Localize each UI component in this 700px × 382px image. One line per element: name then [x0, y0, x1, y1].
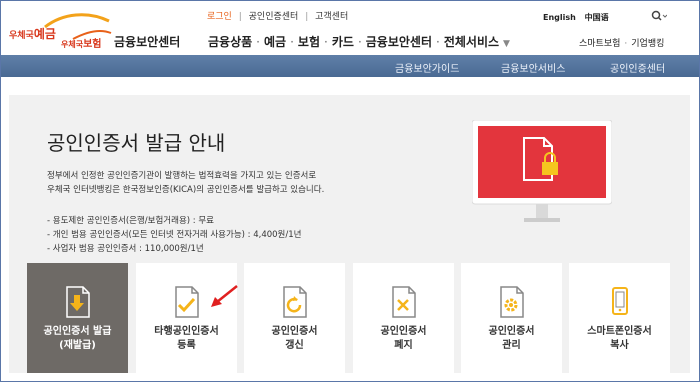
monitor-lock-illustration [472, 120, 612, 222]
customer-center-link[interactable]: 고객센터 [315, 12, 348, 22]
right-links: 스마트보험 · 기업뱅킹 [579, 36, 664, 49]
separator: · [624, 39, 628, 49]
card-copy-smartphone-cert[interactable]: 스마트폰인증서 복사 [569, 263, 670, 373]
corporate-banking-link[interactable]: 기업뱅킹 [631, 39, 664, 49]
english-link[interactable]: English [543, 13, 576, 22]
card-manage-cert[interactable]: 공인인증서 관리 [461, 263, 562, 373]
card-label: 타행공인인증서 등록 [154, 326, 219, 351]
download-doc-icon [66, 286, 90, 318]
nav-all-services[interactable]: 전체서비스 [444, 35, 499, 49]
post-office-logo[interactable]: 우체국예금 우체국보험 [9, 13, 112, 50]
refresh-doc-icon [283, 286, 307, 318]
chinese-link[interactable]: 中国语 [585, 13, 609, 22]
cert-center-link[interactable]: 공인인증센터 [249, 12, 299, 22]
check-doc-icon [175, 286, 199, 318]
description-line: 우체국 인터넷뱅킹은 한국정보인증(KICA)의 공인인증서를 발급하고 있습니… [47, 185, 325, 195]
subnav-security-service[interactable]: 금융보안서비스 [501, 60, 565, 75]
nav-card[interactable]: 카드 [332, 35, 354, 49]
page-description: 정부에서 인정한 공인인증기관이 발행하는 법적효력을 가지고 있는 인증서로 … [47, 169, 324, 197]
card-revoke-cert[interactable]: 공인인증서 폐지 [353, 263, 454, 373]
search-icon[interactable] [651, 10, 667, 22]
card-label: 스마트폰인증서 복사 [587, 326, 652, 351]
page-title: 공인인증서 발급 안내 [47, 131, 226, 155]
separator: | [238, 12, 242, 22]
logo-yegeum: 우체국예금 [9, 27, 56, 41]
fee-list: - 용도제한 공인인증서(은행/보험거래용) : 무료 - 개인 범용 공인인증… [47, 214, 301, 256]
smart-insurance-link[interactable]: 스마트보험 [579, 39, 620, 49]
site-name[interactable]: 금융보안센터 [114, 33, 180, 50]
separator: · [324, 35, 328, 49]
card-label: 공인인증서 관리 [488, 326, 535, 351]
nav-financial-products[interactable]: 금융상품 [208, 35, 252, 49]
header: 우체국예금 우체국보험 금융보안센터 로그인 | 공인인증센터 | 고객센터 E… [1, 1, 699, 55]
fee-item: - 사업자 범용 공인인증서 : 110,000원/1년 [47, 244, 204, 254]
gear-doc-icon [500, 286, 524, 318]
subnav-cert-center[interactable]: 공인인증센터 [610, 60, 665, 75]
card-renew-cert[interactable]: 공인인증서 갱신 [244, 263, 345, 373]
sub-navigation: 금융보안가이드 금융보안서비스 공인인증센터 [1, 55, 699, 77]
card-issue-cert[interactable]: 공인인증서 발급 (재발급) [27, 263, 128, 373]
global-nav: 금융상품 · 예금 · 보험 · 카드 · 금융보안센터 · 전체서비스 ▼ [208, 33, 510, 50]
main-content: 공인인증서 발급 안내 정부에서 인정한 공인인증기관이 발행하는 법적효력을 … [9, 95, 690, 373]
separator: · [436, 35, 440, 49]
separator: | [305, 12, 309, 22]
cert-menu-cards: 공인인증서 발급 (재발급) 타행공인인증서 등록 공인인증서 갱신 공인인증서… [27, 263, 672, 373]
nav-deposit[interactable]: 예금 [264, 35, 286, 49]
annotation-arrow-icon [211, 285, 238, 307]
card-register-other-bank-cert[interactable]: 타행공인인증서 등록 [136, 263, 237, 373]
fee-item: - 개인 범용 공인인증서(모든 인터넷 전자거래 사용가능) : 4,400원… [47, 230, 302, 240]
language-links: English 中国语 [543, 12, 615, 23]
utility-links: 로그인 | 공인인증센터 | 고객센터 [207, 9, 352, 22]
separator: · [256, 35, 260, 49]
card-label: 공인인증서 갱신 [271, 326, 318, 351]
chevron-down-icon[interactable]: ▼ [503, 39, 510, 49]
separator: · [357, 35, 362, 49]
nav-insurance[interactable]: 보험 [298, 35, 320, 49]
logo-boheom: 우체국보험 [61, 39, 102, 50]
subnav-security-guide[interactable]: 금융보안가이드 [395, 60, 459, 75]
card-label: 공인인증서 폐지 [380, 326, 427, 351]
nav-security-center[interactable]: 금융보안센터 [366, 35, 432, 49]
phone-doc-icon [612, 287, 628, 315]
description-line: 정부에서 인정한 공인인증기관이 발행하는 법적효력을 가지고 있는 인증서로 [47, 171, 317, 181]
fee-item: - 용도제한 공인인증서(은행/보험거래용) : 무료 [47, 216, 214, 226]
x-doc-icon [392, 286, 416, 318]
card-label: 공인인증서 발급 (재발급) [43, 326, 112, 351]
separator: · [290, 35, 294, 49]
login-link[interactable]: 로그인 [207, 12, 232, 22]
